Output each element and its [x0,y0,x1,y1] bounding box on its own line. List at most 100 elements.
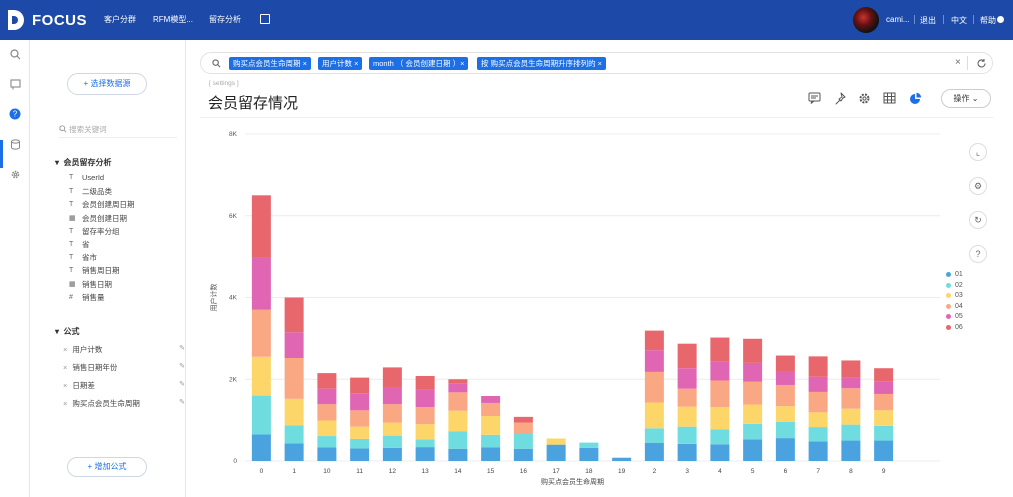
edit-formula-icon[interactable]: ✎ [179,362,185,370]
query-chip[interactable]: 购买点会员生命周期 × [229,57,311,70]
x-tick-label: 19 [618,468,626,475]
help-link[interactable]: 帮助 [980,15,996,26]
field-item[interactable]: # 销售量 [69,292,105,303]
edit-formula-icon[interactable]: ✎ [179,380,185,388]
bar-segment [743,338,763,363]
bar-segment [808,427,828,442]
field-label: 省 [82,240,90,249]
bar-segment [644,443,664,461]
query-chip[interactable]: 按 购买点会员生命周期升序排列的 × [477,57,607,70]
select-datasource-button[interactable]: + 选择数据源 [67,73,147,95]
nav-rfm-model[interactable]: RFM模型... [153,14,193,25]
settings-icon[interactable] [9,168,21,180]
logout-link[interactable]: 退出 [920,15,936,26]
bar-segment [579,442,599,448]
section-title: 会员留存分析 [63,158,112,167]
field-item[interactable]: T 二级品类 [69,186,112,197]
field-item[interactable]: T省 [69,239,90,250]
database-icon[interactable] [9,138,21,150]
board-icon[interactable] [9,78,21,90]
comment-icon[interactable] [806,92,822,106]
section-member-retention[interactable]: ▾ 会员留存分析 [55,157,111,168]
remove-formula-icon[interactable]: × [63,363,67,372]
language-switch[interactable]: 中文 [951,15,967,26]
x-tick-label: 16 [520,468,528,475]
x-tick-label: 1 [292,468,296,475]
query-chip[interactable]: month （ 会员创建日期 ）× [369,57,469,70]
field-item[interactable]: T 会员创建周日期 [69,199,135,210]
nav-customer-segment[interactable]: 客户分群 [104,14,136,25]
svg-text:?: ? [13,110,18,119]
gear-icon[interactable]: ⚙ [969,177,987,195]
legend-item[interactable]: 01 [946,271,963,278]
edit-icon[interactable] [260,14,270,24]
pie-chart-icon[interactable] [907,92,923,106]
x-tick-label: 5 [751,468,755,475]
bar-segment [743,362,763,382]
divider [973,15,974,24]
help-icon[interactable]: ? [969,245,987,263]
legend-label: 04 [955,302,963,310]
table-icon[interactable] [881,92,897,106]
x-tick-label: 15 [487,468,495,475]
formula-item[interactable]: × 日期差 ✎ [63,380,185,391]
search-icon[interactable] [9,48,21,60]
field-item[interactable]: T UserId [69,173,104,182]
query-search-bar[interactable]: 购买点会员生命周期 × 用户计数 × month （ 会员创建日期 ）× 按 购… [200,52,993,74]
bar-segment [841,440,861,461]
focus-logo[interactable]: FOCUS [8,10,87,30]
avatar[interactable] [853,7,879,33]
question-icon[interactable]: ? [9,108,21,120]
clear-icon[interactable]: × [955,57,961,68]
field-item[interactable]: T 留存率分组 [69,226,120,237]
axis-icon[interactable]: ⌞ [969,143,987,161]
legend-item[interactable]: 05 [946,313,963,320]
field-item[interactable]: ▦ 会员创建日期 [69,213,127,224]
remove-formula-icon[interactable]: × [63,381,67,390]
gear-icon[interactable] [856,92,872,106]
field-item[interactable]: T 销售周日期 [69,265,120,276]
formula-item[interactable]: × 销售日期年份 ✎ [63,362,185,373]
bar-segment [546,438,566,445]
username[interactable]: cami... [886,15,910,24]
bar-segment [251,309,271,357]
bar-segment [775,421,795,439]
legend-item[interactable]: 06 [946,324,963,331]
bar-segment [317,420,337,437]
legend-item[interactable]: 04 [946,303,963,310]
formula-item[interactable]: × 购买点会员生命周期 ✎ [63,398,185,409]
field-item[interactable]: ▦ 销售日期 [69,279,112,290]
field-search-input[interactable]: 搜索关键词 [59,124,177,138]
bar-segment [677,368,697,389]
remove-formula-icon[interactable]: × [63,345,67,354]
field-item[interactable]: T 省市 [69,252,97,263]
edit-formula-icon[interactable]: ✎ [179,398,185,406]
left-icon-rail: ? [0,40,30,497]
query-chip[interactable]: 用户计数 × [318,57,363,70]
y-tick-label: 6K [229,213,238,220]
x-axis-label: 购买点会员生命周期 [541,477,604,486]
legend-item[interactable]: 03 [946,292,963,299]
add-formula-button[interactable]: + 增加公式 [67,457,147,477]
bar-segment [382,387,402,405]
operation-dropdown[interactable]: 操作 ⌄ [941,89,991,108]
formula-item[interactable]: × 用户计数 ✎ [63,344,185,355]
pin-icon[interactable] [831,92,847,106]
bar-segment [251,395,271,435]
reset-icon[interactable]: ↻ [969,211,987,229]
data-panel: + 选择数据源 搜索关键词 ▾ 会员留存分析 T UserId T 二级品类 T 会员创建… [31,40,186,497]
bar-segment [874,393,894,411]
nav-retention-analysis[interactable]: 留存分析 [209,14,241,25]
remove-formula-icon[interactable]: × [63,399,67,408]
divider [967,56,968,70]
number-type-icon: # [69,293,73,301]
logo-mark-icon [8,10,24,30]
bar-segment [350,377,370,394]
bar-segment [448,410,468,432]
edit-formula-icon[interactable]: ✎ [179,344,185,352]
refresh-icon[interactable] [976,58,987,69]
legend-item[interactable]: 02 [946,282,963,289]
bar-segment [710,380,730,408]
section-formula[interactable]: ▾ 公式 [55,326,79,337]
bar-segment [415,424,435,440]
